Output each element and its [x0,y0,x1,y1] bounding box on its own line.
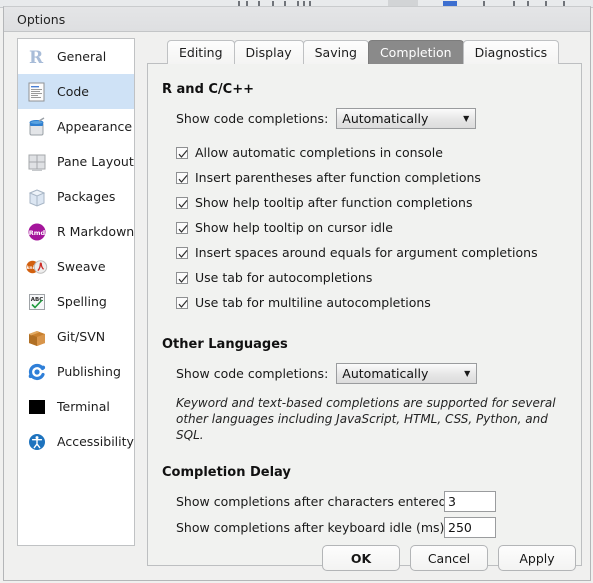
r-cpp-checkbox-list: Allow automatic completions in console I… [162,140,567,315]
r-logo-icon: R [24,44,50,70]
sidebar-item-packages[interactable]: Packages [18,179,134,214]
apply-button[interactable]: Apply [498,545,576,571]
r-cpp-show-completions-label: Show code completions: [176,111,329,126]
sidebar-item-label: General [57,49,107,64]
completion-delay-chars-label: Show completions after characters entere… [176,494,451,509]
checkbox-checked-icon [176,271,188,284]
checkbox-checked-icon [176,246,188,259]
checkbox-show-help-tooltip-after-function[interactable]: Show help tooltip after function complet… [176,190,567,215]
sidebar-item-accessibility[interactable]: Accessibility [18,424,134,459]
tab-saving[interactable]: Saving [302,40,369,64]
sidebar-item-appearance[interactable]: Appearance [18,109,134,144]
checkbox-label: Insert parentheses after function comple… [195,170,481,185]
sidebar-item-terminal[interactable]: Terminal [18,389,134,424]
dialog-body: R General Code Appearance Pane Layout Pa… [4,32,590,581]
other-languages-show-completions-row: Show code completions: Automatically ▼ [162,363,567,384]
terminal-icon [24,394,50,420]
publish-icon [24,359,50,385]
paint-can-icon [24,114,50,140]
checkbox-checked-icon [176,146,188,159]
checkbox-label: Allow automatic completions in console [195,145,443,160]
sidebar-item-label: Appearance [57,119,133,134]
other-languages-heading: Other Languages [162,337,288,352]
sidebar-item-label: Sweave [57,259,106,274]
other-languages-show-completions-label: Show code completions: [176,366,329,381]
category-sidebar[interactable]: R General Code Appearance Pane Layout Pa… [17,38,135,546]
checkbox-insert-spaces-around-equals[interactable]: Insert spaces around equals for argument… [176,240,567,265]
sidebar-item-label: Pane Layout [57,154,134,169]
sidebar-item-label: Terminal [57,399,110,414]
dialog-title: Options [17,11,66,27]
abc-check-icon: ABC [24,289,50,315]
ok-button[interactable]: OK [322,545,400,571]
accessibility-icon [24,429,50,455]
chevron-down-icon: ▼ [464,368,471,378]
panes-grid-icon [24,149,50,175]
tab-display[interactable]: Display [233,40,304,64]
checkbox-use-tab-for-autocompletions[interactable]: Use tab for autocompletions [176,265,567,290]
knitr-pdf-icon: knitr [24,254,50,280]
svg-text:R: R [29,48,44,68]
tab-diagnostics[interactable]: Diagnostics [462,40,560,64]
checkbox-use-tab-for-multiline-autocompletions[interactable]: Use tab for multiline autocompletions [176,290,567,315]
checkbox-allow-automatic-completions-console[interactable]: Allow automatic completions in console [176,140,567,165]
other-languages-show-completions-select[interactable]: Automatically ▼ [336,363,478,384]
document-icon [24,79,50,105]
other-languages-show-completions-value: Automatically [342,366,429,381]
sidebar-item-spelling[interactable]: ABC Spelling [18,284,134,319]
tab-strip: Editing Display Saving Completion Diagno… [167,38,560,64]
sidebar-item-label: Spelling [57,294,107,309]
completion-delay-chars-input[interactable] [444,491,496,512]
completion-delay-idle-input[interactable] [444,517,496,538]
completion-tab-panel: R and C/C++ Show code completions: Autom… [147,63,582,566]
sidebar-item-git-svn[interactable]: Git/SVN [18,319,134,354]
r-cpp-heading: R and C/C++ [162,82,255,97]
checkbox-insert-parentheses[interactable]: Insert parentheses after function comple… [176,165,567,190]
checkbox-label: Use tab for autocompletions [195,270,373,285]
carton-box-icon [24,324,50,350]
checkbox-label: Insert spaces around equals for argument… [195,245,538,260]
checkbox-label: Show help tooltip on cursor idle [195,220,393,235]
other-languages-note: Keyword and text-based completions are s… [176,396,556,442]
completion-delay-heading: Completion Delay [162,465,291,480]
tab-completion[interactable]: Completion [367,40,464,64]
sidebar-item-r-markdown[interactable]: Rmd R Markdown [18,214,134,249]
sidebar-item-label: Code [57,84,90,99]
cancel-button[interactable]: Cancel [410,545,488,571]
checkbox-show-help-tooltip-cursor-idle[interactable]: Show help tooltip on cursor idle [176,215,567,240]
checkbox-checked-icon [176,296,188,309]
sidebar-item-code[interactable]: Code [18,74,134,109]
sidebar-item-label: Git/SVN [57,329,106,344]
dialog-titlebar: Options [4,7,590,32]
dialog-footer: OK Cancel Apply [322,545,576,571]
completion-delay-idle-label: Show completions after keyboard idle (ms… [176,520,449,535]
checkbox-label: Use tab for multiline autocompletions [195,295,431,310]
checkbox-label: Show help tooltip after function complet… [195,195,473,210]
r-cpp-show-completions-row: Show code completions: Automatically ▼ [162,108,567,129]
svg-text:Rmd: Rmd [29,229,46,237]
sidebar-item-publishing[interactable]: Publishing [18,354,134,389]
chevron-down-icon: ▼ [463,113,470,123]
sidebar-item-label: Packages [57,189,116,204]
sidebar-item-label: Accessibility [57,434,134,449]
sidebar-item-label: R Markdown [57,224,135,239]
box-icon [24,184,50,210]
checkbox-checked-icon [176,171,188,184]
checkbox-checked-icon [176,196,188,209]
checkbox-checked-icon [176,221,188,234]
completion-delay-idle-row: Show completions after keyboard idle (ms… [162,517,567,538]
rmd-badge-icon: Rmd [24,219,50,245]
r-cpp-show-completions-select[interactable]: Automatically ▼ [336,108,477,129]
sidebar-item-pane-layout[interactable]: Pane Layout [18,144,134,179]
sidebar-item-label: Publishing [57,364,121,379]
options-dialog: Options R General Code Appearance Pane L… [3,6,591,581]
sidebar-item-general[interactable]: R General [18,39,134,74]
r-cpp-show-completions-value: Automatically [342,111,429,126]
completion-delay-chars-row: Show completions after characters entere… [162,491,567,512]
tab-editing[interactable]: Editing [167,40,235,64]
sidebar-item-sweave[interactable]: knitr Sweave [18,249,134,284]
